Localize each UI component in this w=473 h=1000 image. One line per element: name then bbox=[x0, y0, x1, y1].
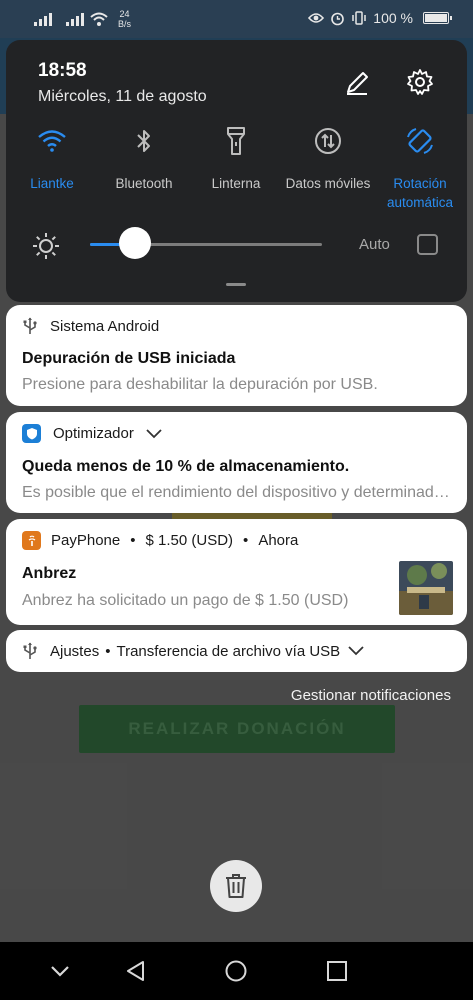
notification-title: Queda menos de 10 % de almacenamiento. bbox=[22, 458, 350, 475]
clock: 18:58 bbox=[38, 60, 87, 81]
brightness-icon bbox=[33, 233, 59, 259]
notification-title: Anbrez bbox=[22, 565, 77, 582]
notification-amount: $ 1.50 (USD) bbox=[145, 532, 234, 549]
tile-wifi[interactable]: Liantke bbox=[6, 126, 98, 212]
recents-icon[interactable] bbox=[325, 959, 349, 983]
app-name: PayPhone bbox=[51, 532, 121, 549]
auto-brightness-checkbox[interactable] bbox=[417, 234, 438, 255]
brightness-knob[interactable] bbox=[119, 227, 151, 259]
clear-all-button[interactable] bbox=[210, 860, 262, 912]
app-name: Ajustes bbox=[50, 642, 100, 660]
battery-percent: 100 % bbox=[373, 10, 413, 26]
home-icon[interactable] bbox=[224, 959, 248, 983]
chevron-down-icon[interactable] bbox=[48, 959, 72, 983]
wifi-icon bbox=[90, 12, 108, 26]
tile-label: Rotación automática bbox=[386, 176, 454, 210]
notification-usb-transfer[interactable]: Ajustes • Transferencia de archivo vía U… bbox=[6, 630, 467, 672]
notification-header: Ajustes • Transferencia de archivo vía U… bbox=[22, 642, 364, 660]
chevron-down-icon[interactable] bbox=[146, 428, 162, 439]
tile-label: Bluetooth bbox=[115, 176, 173, 191]
separator: • bbox=[130, 532, 136, 549]
shield-icon bbox=[22, 424, 41, 443]
signal-icon bbox=[34, 12, 52, 26]
separator: • bbox=[105, 642, 111, 660]
payphone-icon bbox=[22, 531, 41, 550]
battery-icon bbox=[423, 12, 452, 24]
tile-label: Liantke bbox=[30, 176, 74, 191]
alarm-icon bbox=[331, 12, 345, 25]
status-bar: 24 B/s 100 % bbox=[0, 0, 473, 38]
notification-body: Presione para deshabilitar la depuración… bbox=[22, 376, 378, 393]
notification-body: Anbrez ha solicitado un pago de $ 1.50 (… bbox=[22, 592, 349, 609]
drag-handle[interactable] bbox=[226, 283, 246, 286]
eye-icon bbox=[308, 13, 325, 23]
notification-thumbnail bbox=[399, 561, 453, 615]
notification-body: Es posible que el rendimiento del dispos… bbox=[22, 484, 458, 501]
tile-auto-rotate[interactable]: Rotación automática bbox=[374, 126, 466, 212]
bluetooth-icon bbox=[129, 126, 159, 156]
notification-usb-debugging[interactable]: Sistema Android Depuración de USB inicia… bbox=[6, 305, 467, 406]
mobile-data-icon bbox=[313, 126, 343, 156]
navigation-bar bbox=[0, 942, 473, 1000]
quick-settings-panel: 18:58 Miércoles, 11 de agosto Liantke Bl… bbox=[6, 40, 467, 302]
notification-title: Depuración de USB iniciada bbox=[22, 350, 236, 367]
auto-brightness-label: Auto bbox=[359, 236, 390, 253]
tile-label: Linterna bbox=[211, 176, 261, 191]
signal-icon bbox=[66, 12, 84, 26]
notification-header: Sistema Android bbox=[22, 317, 159, 335]
notification-header: PayPhone • $ 1.50 (USD) • Ahora bbox=[22, 531, 298, 550]
app-name: Sistema Android bbox=[50, 317, 160, 335]
tile-mobile-data[interactable]: Datos móviles bbox=[282, 126, 374, 212]
chevron-down-icon[interactable] bbox=[348, 646, 364, 656]
notification-title: Transferencia de archivo vía USB bbox=[116, 642, 341, 660]
notification-time: Ahora bbox=[258, 532, 299, 549]
notification-payphone[interactable]: PayPhone • $ 1.50 (USD) • Ahora Anbrez A… bbox=[6, 519, 467, 625]
trash-icon bbox=[226, 874, 246, 898]
tile-label: Datos móviles bbox=[285, 176, 371, 191]
back-icon[interactable] bbox=[124, 959, 148, 983]
usb-icon bbox=[23, 642, 37, 659]
separator: • bbox=[243, 532, 249, 549]
tile-flashlight[interactable]: Linterna bbox=[190, 126, 282, 212]
vibrate-icon bbox=[352, 11, 367, 25]
tile-bluetooth[interactable]: Bluetooth bbox=[98, 126, 190, 212]
flashlight-icon bbox=[221, 126, 251, 156]
rotation-icon bbox=[405, 126, 435, 156]
manage-notifications-link[interactable]: Gestionar notificaciones bbox=[291, 687, 451, 704]
gear-icon[interactable] bbox=[406, 68, 434, 96]
notification-optimizer[interactable]: Optimizador Queda menos de 10 % de almac… bbox=[6, 412, 467, 513]
app-name: Optimizador bbox=[53, 425, 134, 442]
wifi-icon bbox=[37, 126, 67, 156]
notification-header: Optimizador bbox=[22, 424, 162, 443]
date[interactable]: Miércoles, 11 de agosto bbox=[38, 88, 207, 106]
edit-icon[interactable] bbox=[344, 70, 370, 96]
net-speed: 24 B/s bbox=[118, 9, 132, 29]
usb-icon bbox=[23, 317, 37, 334]
